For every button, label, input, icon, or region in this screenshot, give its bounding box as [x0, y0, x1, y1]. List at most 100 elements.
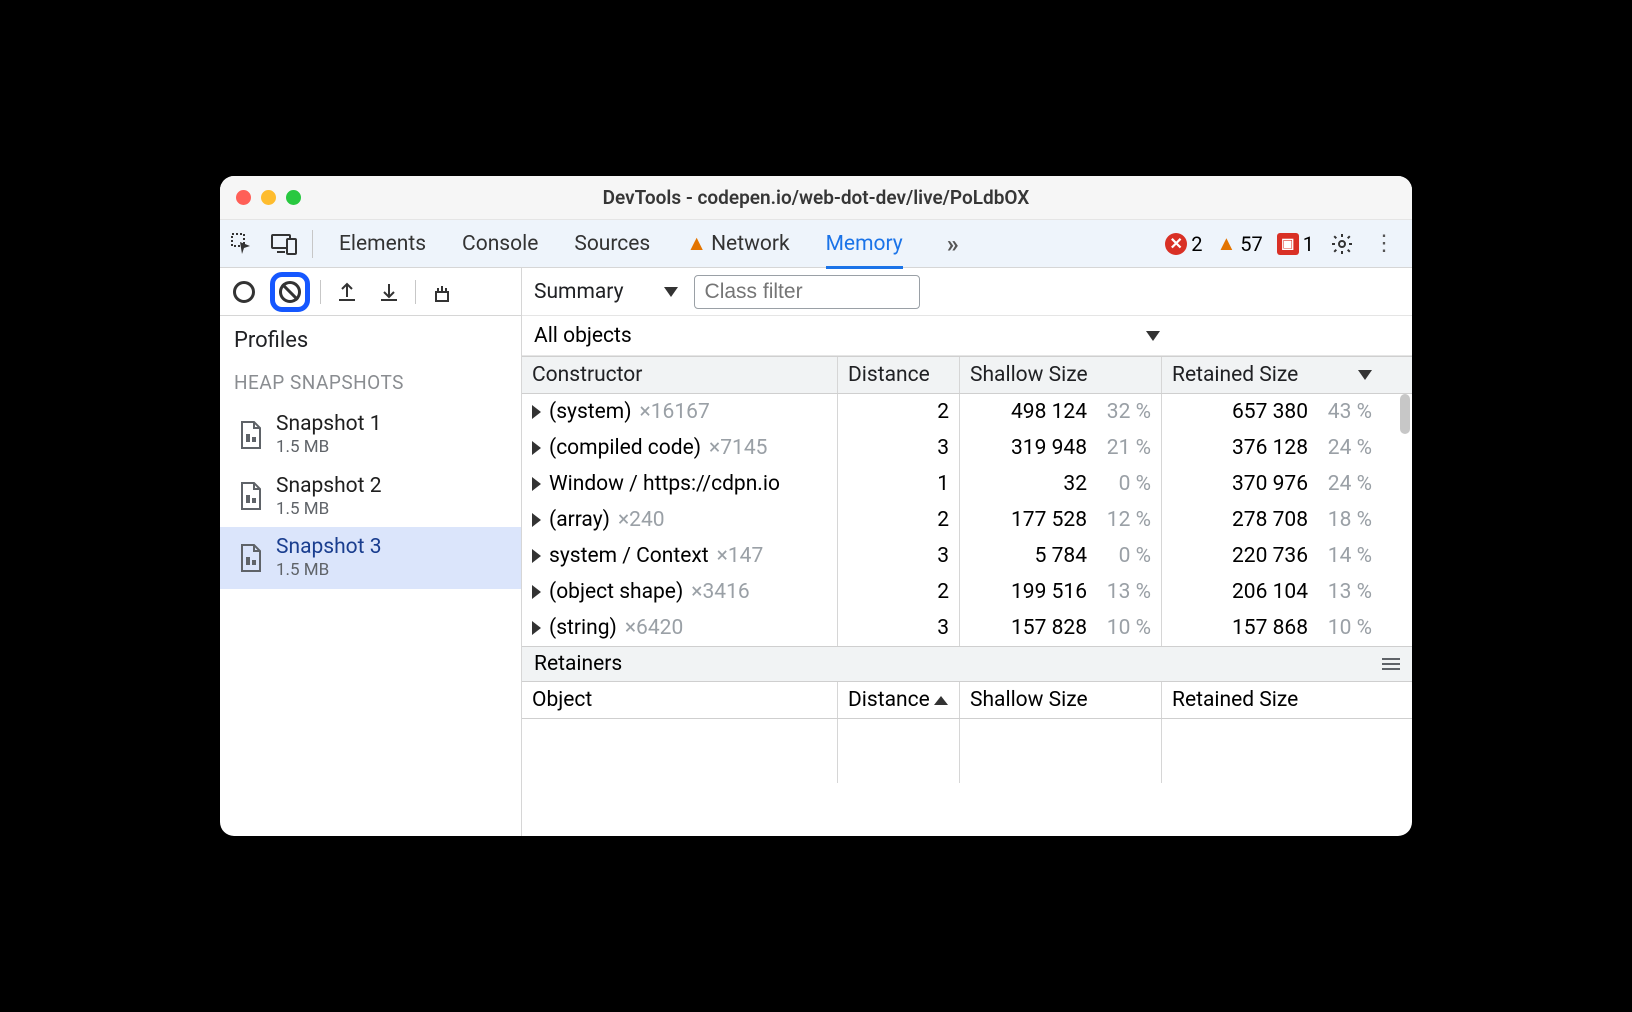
- download-icon[interactable]: [373, 276, 405, 308]
- expand-icon: [532, 441, 541, 455]
- device-toolbar-icon[interactable]: [270, 230, 298, 258]
- snapshot-size: 1.5 MB: [276, 499, 382, 519]
- retained-size-pct: 18 %: [1320, 508, 1372, 532]
- memory-content: Summary All objects Constructor Distance…: [522, 268, 1412, 836]
- col-retained-size[interactable]: Retained Size: [1162, 357, 1382, 393]
- table-row[interactable]: (array) ×240 2 177 528 12 % 278 708 18 %: [522, 502, 1412, 538]
- snapshot-file-icon: [238, 481, 264, 511]
- sidebar-toolbar: [220, 268, 521, 316]
- issues-badge[interactable]: ▣ 1: [1277, 232, 1314, 256]
- table-row[interactable]: (compiled code) ×7145 3 319 948 21 % 376…: [522, 430, 1412, 466]
- close-window-button[interactable]: [236, 190, 251, 205]
- constructor-name: (array): [549, 508, 610, 532]
- col-constructor[interactable]: Constructor: [522, 357, 838, 393]
- shallow-size-value: 32: [1063, 472, 1087, 496]
- minimize-window-button[interactable]: [261, 190, 276, 205]
- profiles-sidebar: Profiles HEAP SNAPSHOTS Snapshot 1 1.5 M…: [220, 268, 522, 836]
- table-row[interactable]: (system) ×16167 2 498 124 32 % 657 380 4…: [522, 394, 1412, 430]
- sort-desc-icon: [1358, 370, 1372, 380]
- devtools-window: DevTools - codepen.io/web-dot-dev/live/P…: [220, 176, 1412, 836]
- class-filter-input[interactable]: [694, 275, 920, 309]
- retained-size-value: 278 708: [1232, 508, 1308, 532]
- shallow-size-value: 319 948: [1011, 436, 1087, 460]
- instance-count: ×147: [717, 544, 764, 568]
- expand-icon: [532, 477, 541, 491]
- ret-col-retained[interactable]: Retained Size: [1162, 682, 1382, 718]
- tab-console[interactable]: Console: [462, 232, 538, 256]
- snapshot-item[interactable]: Snapshot 3 1.5 MB: [220, 527, 521, 589]
- ret-col-object[interactable]: Object: [522, 682, 838, 718]
- table-row[interactable]: (string) ×6420 3 157 828 10 % 157 868 10…: [522, 610, 1412, 646]
- upload-icon[interactable]: [331, 276, 363, 308]
- view-mode-dropdown[interactable]: Summary: [534, 280, 678, 304]
- table-row[interactable]: (object shape) ×3416 2 199 516 13 % 206 …: [522, 574, 1412, 610]
- main-tabbar: Elements Console Sources ▲Network Memory…: [220, 220, 1412, 268]
- ret-col-shallow[interactable]: Shallow Size: [960, 682, 1162, 718]
- snapshot-item[interactable]: Snapshot 1 1.5 MB: [220, 404, 521, 466]
- shallow-size-pct: 10 %: [1099, 616, 1151, 640]
- retainers-menu-icon[interactable]: [1382, 658, 1400, 670]
- expand-icon: [532, 405, 541, 419]
- ret-col-distance[interactable]: Distance: [838, 682, 960, 718]
- distance-value: 3: [838, 610, 960, 646]
- retainers-header: Retainers: [522, 646, 1412, 682]
- shallow-size-pct: 0 %: [1099, 472, 1151, 496]
- constructors-table: Constructor Distance Shallow Size Retain…: [522, 356, 1412, 646]
- chevron-down-icon: [1146, 331, 1160, 341]
- error-icon: ✕: [1165, 233, 1187, 255]
- retained-size-value: 157 868: [1232, 616, 1308, 640]
- tab-memory[interactable]: Memory: [826, 232, 903, 269]
- distance-value: 1: [838, 466, 960, 502]
- shallow-size-value: 199 516: [1011, 580, 1087, 604]
- errors-badge[interactable]: ✕ 2: [1165, 232, 1202, 256]
- snapshot-size: 1.5 MB: [276, 560, 382, 580]
- snapshot-item[interactable]: Snapshot 2 1.5 MB: [220, 466, 521, 528]
- retained-size-pct: 24 %: [1320, 436, 1372, 460]
- col-distance[interactable]: Distance: [838, 357, 960, 393]
- heap-snapshots-heading: HEAP SNAPSHOTS: [220, 361, 521, 404]
- retainers-body: [522, 719, 1412, 783]
- constructor-name: (system): [549, 400, 632, 424]
- distance-value: 2: [838, 574, 960, 610]
- retained-size-pct: 13 %: [1320, 580, 1372, 604]
- more-tabs-icon[interactable]: »: [939, 230, 967, 258]
- distance-value: 3: [838, 430, 960, 466]
- garbage-collect-icon[interactable]: [426, 276, 458, 308]
- maximize-window-button[interactable]: [286, 190, 301, 205]
- snapshot-name: Snapshot 1: [276, 412, 382, 437]
- retained-size-value: 376 128: [1232, 436, 1308, 460]
- shallow-size-pct: 13 %: [1099, 580, 1151, 604]
- clear-profiles-button[interactable]: [270, 272, 310, 312]
- settings-gear-icon[interactable]: [1328, 230, 1356, 258]
- retained-size-pct: 14 %: [1320, 544, 1372, 568]
- snapshot-file-icon: [238, 543, 264, 573]
- col-shallow-size[interactable]: Shallow Size: [960, 357, 1162, 393]
- warnings-badge[interactable]: ▲ 57: [1216, 231, 1262, 256]
- inspect-element-icon[interactable]: [228, 230, 256, 258]
- tab-sources[interactable]: Sources: [574, 232, 650, 256]
- expand-icon: [532, 549, 541, 563]
- distance-value: 2: [838, 394, 960, 430]
- constructor-name: (string): [549, 616, 617, 640]
- shallow-size-value: 5 784: [1035, 544, 1087, 568]
- retained-size-value: 206 104: [1232, 580, 1308, 604]
- constructor-name: system / Context: [549, 544, 709, 568]
- record-button[interactable]: [228, 276, 260, 308]
- retainers-columns: Object Distance Shallow Size Retained Si…: [522, 682, 1412, 719]
- object-filter-row[interactable]: All objects: [522, 316, 1412, 356]
- table-scrollbar[interactable]: [1400, 394, 1410, 434]
- table-row[interactable]: Window / https://cdpn.io 1 32 0 % 370 97…: [522, 466, 1412, 502]
- snapshot-name: Snapshot 2: [276, 474, 382, 499]
- shallow-size-value: 498 124: [1011, 400, 1087, 424]
- tab-elements[interactable]: Elements: [339, 232, 426, 256]
- constructor-name: (compiled code): [549, 436, 701, 460]
- chevron-down-icon: [664, 287, 678, 297]
- kebab-menu-icon[interactable]: ⋮: [1370, 230, 1398, 258]
- warning-triangle-icon: ▲: [686, 232, 707, 256]
- retained-size-value: 370 976: [1232, 472, 1308, 496]
- table-row[interactable]: system / Context ×147 3 5 784 0 % 220 73…: [522, 538, 1412, 574]
- snapshot-file-icon: [238, 420, 264, 450]
- tab-network[interactable]: ▲Network: [686, 232, 789, 256]
- expand-icon: [532, 585, 541, 599]
- shallow-size-pct: 0 %: [1099, 544, 1151, 568]
